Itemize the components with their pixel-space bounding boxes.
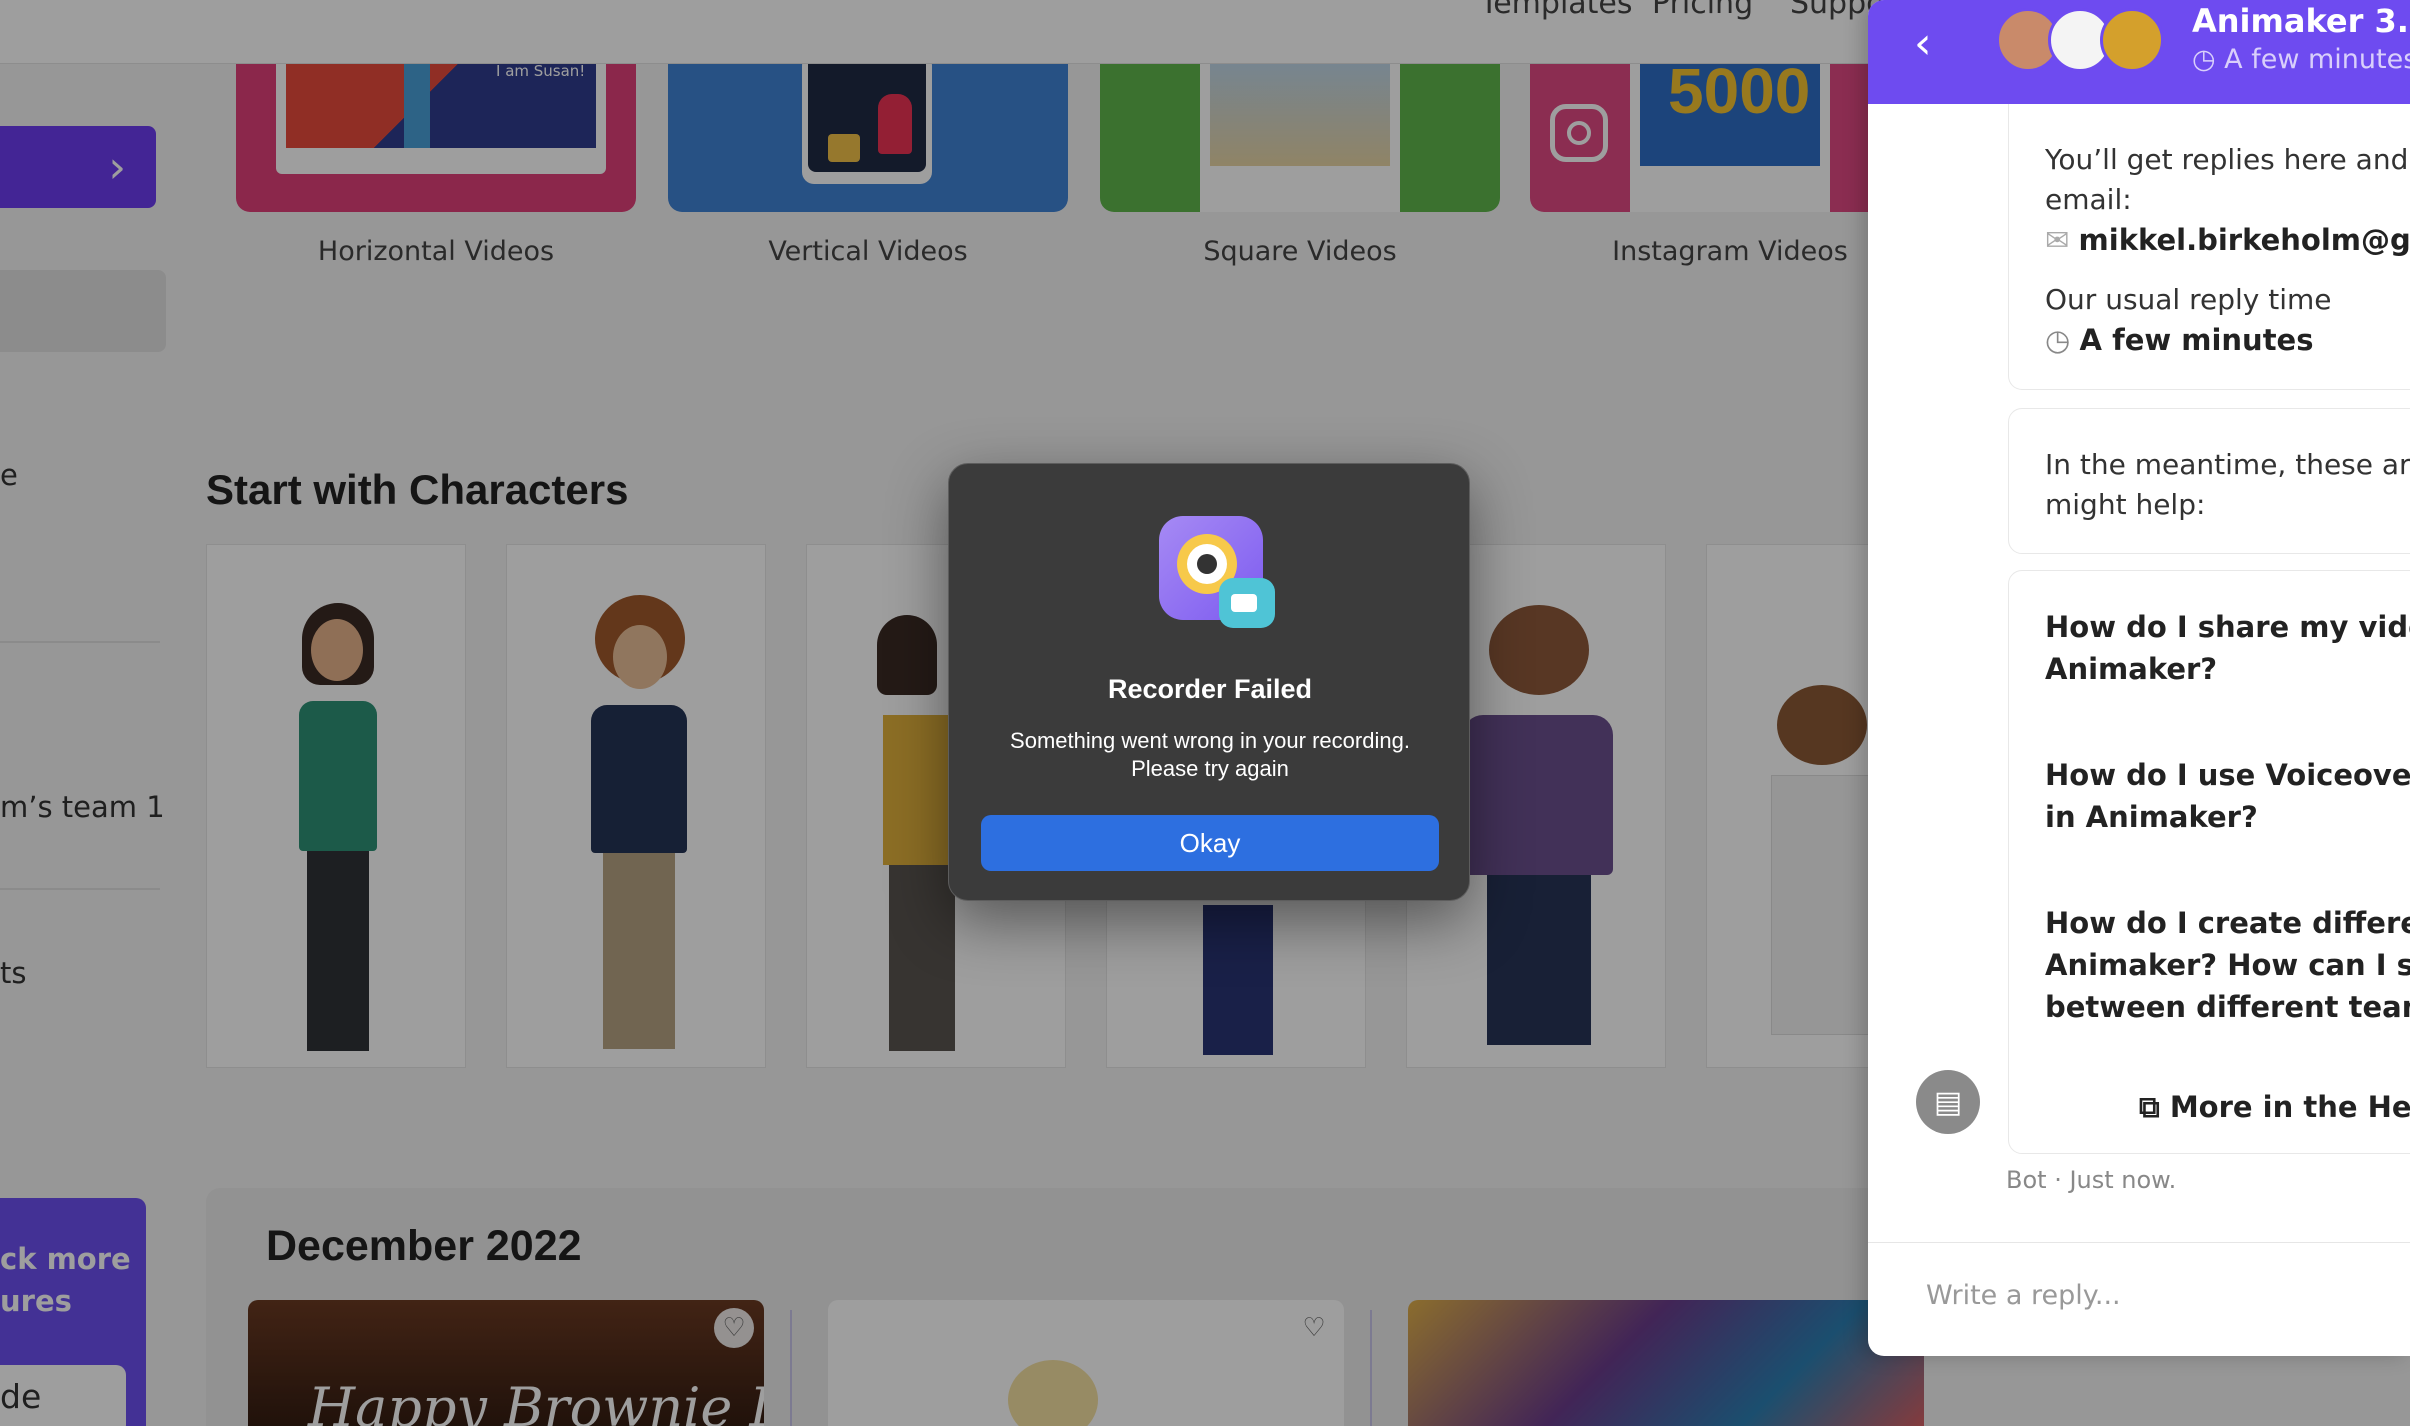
article-link[interactable]: How do I share my video/pr [2045,607,2410,647]
article-link[interactable]: between different teams? [2045,987,2410,1027]
mail-icon: ✉ [2045,223,2079,257]
clock-icon: ◷ [2045,323,2080,357]
recorder-app-icon [1159,516,1275,628]
meantime-card: In the meantime, these artic might help: [2008,408,2410,554]
clock-icon: ◷ [2192,44,2225,75]
reply-info-card: You’ll get replies here and in email: ✉ … [2008,104,2410,390]
email-value: ✉ mikkel.birkeholm@gmail [2045,223,2410,257]
chat-subtitle: ◷ A few minutes [2192,44,2410,75]
external-link-icon: ⧉ [2139,1090,2170,1124]
chat-header: ‹ Animaker 3.0 ◷ A few minutes [1868,0,2410,104]
meantime-text: In the meantime, these artic [2045,448,2410,481]
reply-input[interactable]: Write a reply... [1926,1280,2121,1311]
bot-meta: Bot · Just now. [2006,1166,2177,1194]
okay-button[interactable]: Okay [981,815,1439,871]
dialog-message: Please try again [1131,756,1289,781]
email-label: email: [2045,183,2132,216]
dialog-title: Recorder Failed [1107,674,1313,704]
back-chevron-icon[interactable]: ‹ [1914,18,1932,69]
agent-avatar [2100,8,2164,72]
meantime-text: might help: [2045,488,2206,521]
articles-card: How do I share my video/pr Animaker? How… [2008,570,2410,1154]
camera-icon [1219,578,1275,628]
article-link[interactable]: How do I create different te [2045,903,2410,943]
article-link[interactable]: Animaker? [2045,649,2217,689]
chat-panel: ‹ Animaker 3.0 ◷ A few minutes You’ll ge… [1868,0,2410,1356]
dialog-message: Something went wrong in your recording. [1010,728,1410,753]
divider [1868,1242,2410,1243]
bot-avatar-icon: ▤ [1916,1070,1980,1134]
article-link[interactable]: in Animaker? [2045,797,2258,837]
more-help-link[interactable]: ⧉ More in the Help C [2139,1087,2410,1127]
reply-time-value: ◷ A few minutes [2045,323,2314,357]
reply-info-text: You’ll get replies here and in [2045,143,2410,176]
chat-title: Animaker 3.0 [2192,2,2410,40]
article-link[interactable]: Animaker? How can I switcl [2045,945,2410,985]
recorder-failed-dialog: Recorder Failed Something went wrong in … [948,463,1470,901]
reply-time-label: Our usual reply time [2045,283,2332,316]
article-link[interactable]: How do I use Voiceover (Lip [2045,755,2410,795]
